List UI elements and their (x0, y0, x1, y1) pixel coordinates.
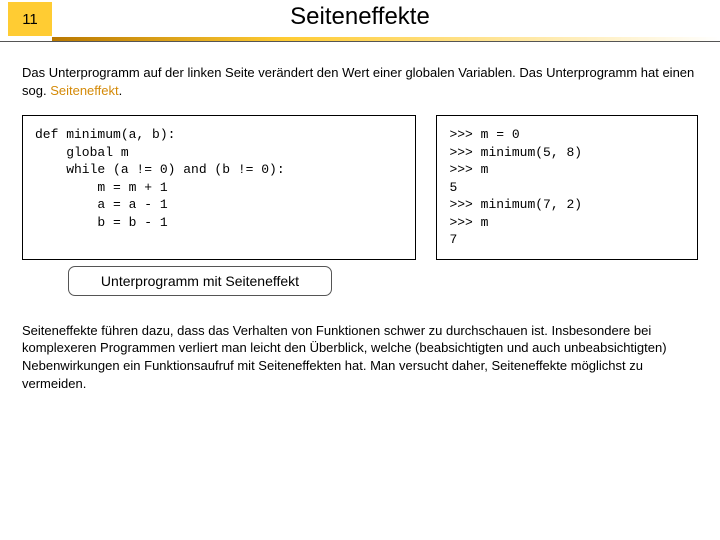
intro-term: Seiteneffekt (50, 83, 118, 98)
intro-text-b: . (119, 83, 123, 98)
code-boxes-row: def minimum(a, b): global m while (a != … (22, 115, 698, 260)
intro-text-a: Das Unterprogramm auf der linken Seite v… (22, 65, 694, 98)
outro-paragraph: Seiteneffekte führen dazu, dass das Verh… (22, 322, 698, 392)
page-title: Seiteneffekte (0, 3, 720, 31)
callout-label: Unterprogramm mit Seiteneffekt (68, 266, 332, 296)
intro-paragraph: Das Unterprogramm auf der linken Seite v… (22, 64, 698, 99)
slide-content: Das Unterprogramm auf der linken Seite v… (0, 42, 720, 392)
code-box-left: def minimum(a, b): global m while (a != … (22, 115, 416, 260)
slide-header: 11 Seiteneffekte (0, 0, 720, 42)
code-box-right: >>> m = 0 >>> minimum(5, 8) >>> m 5 >>> … (436, 115, 698, 260)
header-gradient (52, 37, 720, 41)
